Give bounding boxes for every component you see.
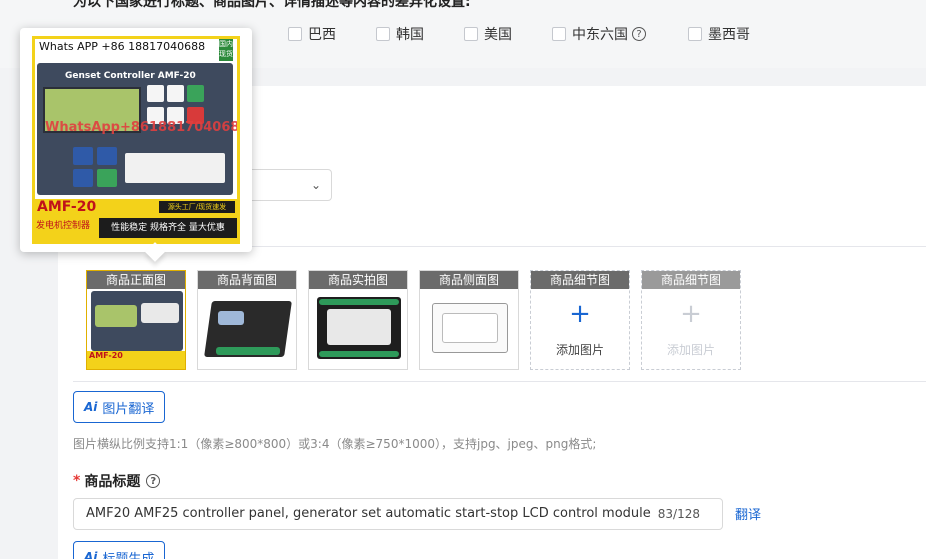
checkbox[interactable] (688, 27, 702, 41)
ai-icon: Ai (84, 400, 98, 414)
divider (232, 246, 926, 247)
image-translate-label: 图片翻译 (102, 401, 155, 417)
source-tag: 源头工厂/现货速发 (159, 201, 235, 213)
image-slot-caption: 商品细节图 (531, 271, 629, 289)
title-input-value[interactable]: AMF20 AMF25 controller panel, generator … (86, 506, 651, 521)
title-input[interactable]: AMF20 AMF25 controller panel, generator … (73, 498, 723, 530)
country-checkbox-korea[interactable]: 韩国 (376, 24, 424, 44)
plus-icon: + (680, 299, 702, 329)
side-product-image (420, 289, 518, 369)
watermark-text: WhatsApp+8618817040688 (45, 120, 240, 135)
model-text: AMF-20 (37, 199, 97, 215)
stock-badge: 国内现货 (219, 39, 233, 61)
back-product-image (198, 289, 296, 369)
country-checkbox-usa[interactable]: 美国 (464, 24, 512, 44)
title-generate-button[interactable]: Ai 标题生成 (73, 541, 166, 559)
image-slot-caption: 商品侧面图 (420, 271, 518, 289)
country-checkbox-brazil[interactable]: 巴西 (288, 24, 336, 44)
controller-device-image: Genset Controller AMF-20 WhatsApp+861881… (37, 63, 237, 195)
country-label: 中东六国 (572, 27, 628, 43)
required-mark: * (73, 473, 81, 489)
device-title: Genset Controller AMF-20 (65, 71, 196, 81)
image-slot-caption: 商品细节图 (642, 271, 740, 289)
slogan-tag: 性能稳定 规格齐全 量大优惠 (99, 218, 237, 238)
model-subtitle: 发电机控制器 (36, 221, 91, 231)
whatsapp-text: Whats APP +86 18817040688 (39, 40, 206, 53)
char-counter: 83/128 (657, 507, 700, 521)
checkbox[interactable] (288, 27, 302, 41)
country-checkbox-gcc[interactable]: 中东六国? (552, 24, 646, 44)
image-slot-detail-disabled: 商品细节图 + 添加图片 (641, 270, 741, 370)
image-slot-front[interactable]: 商品正面图 AMF-20 (86, 270, 186, 370)
country-label: 美国 (484, 27, 512, 43)
chevron-down-icon: ⌄ (310, 178, 321, 192)
checkbox[interactable] (464, 27, 478, 41)
image-slot-caption: 商品背面图 (198, 271, 296, 289)
title-field-label: * 商品标题 ? (73, 471, 161, 491)
add-image-label[interactable]: 添加图片 (531, 341, 629, 358)
real-product-image (309, 289, 407, 369)
image-slot-back[interactable]: 商品背面图 (197, 270, 297, 370)
device-nav-keys (73, 147, 119, 187)
country-label: 韩国 (396, 27, 424, 43)
image-preview-popover: Whats APP +86 18817040688 国内现货 Genset Co… (20, 28, 252, 252)
image-hint: 图片横纵比例支持1:1（像素≥800*800）或3:4（像素≥750*1000）… (73, 437, 597, 451)
thumb-model-text: AMF-20 (89, 351, 123, 360)
preview-product-image: Whats APP +86 18817040688 国内现货 Genset Co… (32, 36, 240, 244)
help-icon[interactable]: ? (146, 474, 161, 488)
checkbox[interactable] (552, 27, 566, 41)
device-control-strip (125, 153, 225, 183)
title-translate-link[interactable]: 翻译 (735, 504, 761, 523)
title-generate-label: 标题生成 (102, 551, 155, 559)
image-translate-button[interactable]: Ai 图片翻译 (73, 391, 166, 423)
front-product-image: AMF-20 (87, 289, 185, 369)
image-slot-side[interactable]: 商品侧面图 (419, 270, 519, 370)
country-label: 巴西 (308, 27, 336, 43)
country-checkbox-mexico[interactable]: 墨西哥 (688, 24, 750, 44)
image-slot-detail-add[interactable]: 商品细节图 + 添加图片 (530, 270, 630, 370)
country-label: 墨西哥 (708, 27, 750, 43)
title-label-text: 商品标题 (84, 474, 141, 490)
ai-icon: Ai (84, 550, 98, 559)
country-section-heading: 为以下国家进行标题、商品图片、详情描述等内容的差异化设置: (73, 0, 471, 10)
image-slot-caption: 商品正面图 (87, 271, 185, 289)
plus-icon[interactable]: + (531, 301, 629, 327)
checkbox[interactable] (376, 27, 390, 41)
image-slot-caption: 商品实拍图 (309, 271, 407, 289)
add-image-label: 添加图片 (666, 343, 715, 357)
help-icon[interactable]: ? (632, 27, 646, 41)
image-slot-real[interactable]: 商品实拍图 (308, 270, 408, 370)
